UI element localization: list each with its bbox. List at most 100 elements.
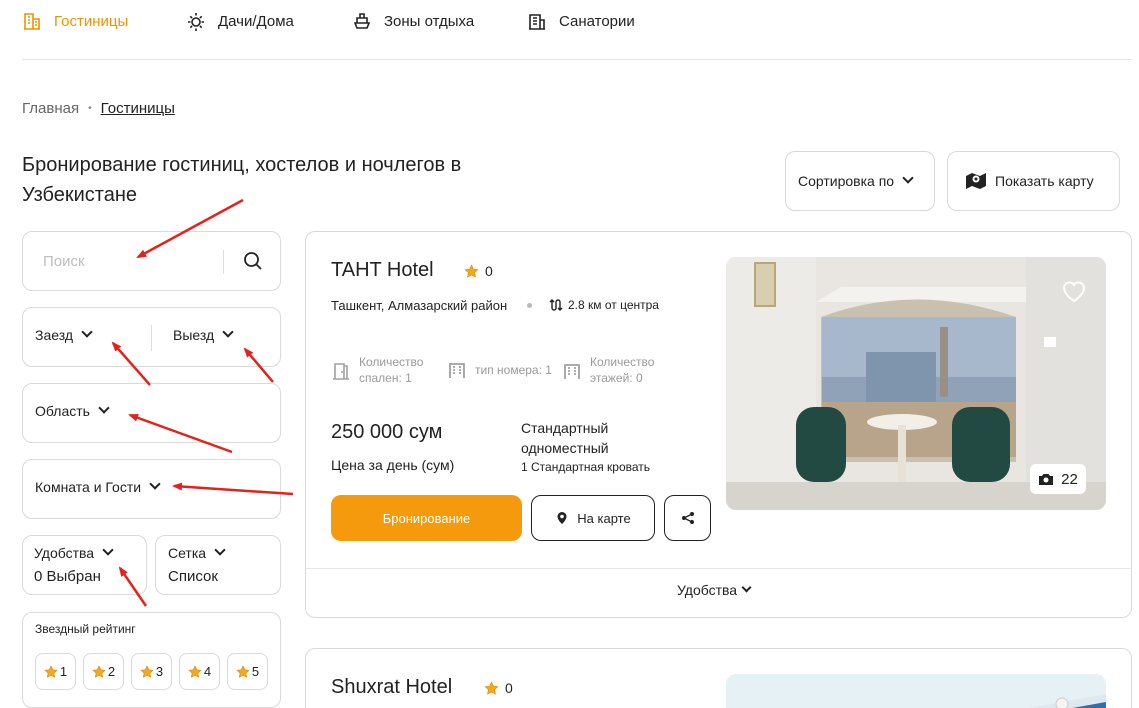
- hotel-photo[interactable]: 22: [726, 257, 1106, 510]
- hotel-photo[interactable]: [726, 674, 1106, 708]
- breadcrumb-home[interactable]: Главная: [22, 100, 79, 117]
- search-divider: [223, 250, 224, 274]
- star-filter-3[interactable]: 3: [131, 653, 172, 690]
- search-icon[interactable]: [243, 251, 263, 271]
- region-dropdown[interactable]: Область: [22, 383, 281, 443]
- nav-item-label: Гостиницы: [54, 12, 129, 30]
- grid-label: Сетка: [168, 545, 207, 561]
- camera-icon: [1039, 474, 1054, 485]
- amenities-toggle[interactable]: Удобства: [677, 582, 752, 598]
- room-type: Стандартный одноместный: [521, 420, 609, 456]
- sort-label: Сортировка по: [798, 173, 895, 189]
- photo-count-badge[interactable]: 22: [1030, 464, 1086, 494]
- building-grid-icon: [449, 363, 465, 378]
- star-icon: [44, 664, 58, 678]
- hotel-price: 250 000 сум: [331, 421, 443, 443]
- search-box: [22, 231, 281, 291]
- room-guests-label: Комната и Гости: [35, 479, 142, 495]
- nav-item-label: Дачи/Дома: [218, 12, 294, 30]
- price-note: Цена за день (сум): [331, 457, 455, 473]
- chevron-down-icon: [81, 326, 93, 338]
- star-icon: [140, 664, 154, 678]
- hotel-distance-value: 2.8 км от центра: [568, 298, 659, 312]
- bed-type: 1 Стандартная кровать: [521, 460, 651, 474]
- star-filter-label: 2: [107, 664, 116, 679]
- heart-icon[interactable]: [1060, 277, 1088, 305]
- hotel-location: Ташкент, Алмазарский район: [331, 298, 508, 313]
- hotel-rating-value: 0: [485, 263, 493, 279]
- star-filter-5[interactable]: 5: [227, 653, 268, 690]
- show-map-label: Показать карту: [995, 173, 1094, 189]
- door-icon: [333, 363, 349, 380]
- room-guests-dropdown[interactable]: Комната и Гости: [22, 459, 281, 519]
- show-map-button[interactable]: Показать карту: [947, 151, 1120, 211]
- map-pin-icon: [557, 512, 567, 524]
- hotel-exterior-image: [726, 674, 1106, 708]
- nav-item-hotels[interactable]: Гостиницы: [22, 11, 128, 31]
- region-label-wrap: Область: [35, 402, 110, 419]
- feature-line: спален: 1: [359, 371, 412, 385]
- sort-dropdown[interactable]: Сортировка по: [785, 151, 935, 211]
- chevron-down-icon: [98, 402, 110, 414]
- hotel-card: TAHT Hotel 0 Ташкент, Алмазарский район …: [305, 231, 1132, 618]
- top-navigation: Гостиницы Дачи/Дома Зоны отдыха Санатори…: [22, 0, 1132, 60]
- star-filter-4[interactable]: 4: [179, 653, 220, 690]
- star-filter-label: 1: [59, 664, 68, 679]
- checkin-label: Заезд: [35, 327, 74, 343]
- nav-item-label: Зоны отдыха: [384, 12, 475, 30]
- feature-line: Количество: [590, 355, 655, 369]
- search-input[interactable]: [43, 250, 223, 272]
- route-icon: [549, 299, 563, 311]
- book-button[interactable]: Бронирование: [331, 495, 522, 541]
- building-icon: [24, 13, 40, 30]
- star-filter-2[interactable]: 2: [83, 653, 124, 690]
- checkout-label: Выезд: [173, 327, 215, 343]
- nav-item-sanatoriums[interactable]: Санатории: [527, 11, 635, 31]
- breadcrumb-current[interactable]: Гостиницы: [101, 100, 175, 117]
- on-map-label: На карте: [577, 510, 631, 526]
- share-button[interactable]: [664, 495, 711, 541]
- nav-item-dachas[interactable]: Дачи/Дома: [186, 11, 294, 31]
- star-icon: [92, 664, 106, 678]
- star-icon: [188, 664, 202, 678]
- feature-bedrooms: Количество спален: 1: [331, 354, 423, 386]
- region-label: Область: [35, 403, 90, 419]
- hotel-name[interactable]: Shuxrat Hotel: [331, 676, 452, 699]
- feature-text: Количество этажей: 0: [590, 354, 654, 386]
- chevron-down-icon: [149, 478, 161, 490]
- amenities-value: 0 Выбран: [34, 568, 101, 585]
- feature-room-type: тип номера: 1: [447, 362, 552, 380]
- breadcrumb-separator: •: [88, 103, 92, 114]
- chevron-down-icon: [902, 172, 914, 184]
- star-icon: [236, 664, 250, 678]
- star-icon: [484, 680, 499, 695]
- on-map-button[interactable]: На карте: [531, 495, 655, 541]
- star-filter-label: 4: [203, 664, 212, 679]
- checkin-dropdown[interactable]: Заезд: [35, 326, 93, 343]
- chevron-down-icon: [741, 582, 752, 592]
- grid-dropdown[interactable]: Сетка Список: [155, 535, 281, 595]
- grid-value: Список: [168, 568, 218, 585]
- amenities-label: Удобства: [34, 545, 95, 561]
- feature-line: Количество: [359, 355, 424, 369]
- chevron-down-icon: [102, 544, 114, 556]
- hotel-card: Shuxrat Hotel 0: [305, 648, 1132, 708]
- sun-icon: [188, 13, 204, 31]
- location-dot-separator: [527, 303, 532, 308]
- star-filter-label: 5: [251, 664, 260, 679]
- amenities-dropdown[interactable]: Удобства 0 Выбран: [22, 535, 147, 595]
- hotel-name[interactable]: TAHT Hotel: [331, 259, 434, 282]
- star-filter-label: 3: [155, 664, 164, 679]
- hotel-distance: 2.8 км от центра: [549, 298, 659, 312]
- nav-item-recreation[interactable]: Зоны отдыха: [352, 11, 474, 31]
- dates-divider: [151, 325, 152, 351]
- amenities-toggle-label: Удобства: [677, 582, 738, 598]
- chevron-down-icon: [214, 544, 226, 556]
- hotel-rating-value: 0: [505, 680, 513, 696]
- checkout-dropdown[interactable]: Выезд: [173, 326, 234, 343]
- star-icon: [464, 263, 479, 278]
- grid-label-wrap: Сетка: [168, 544, 226, 561]
- feature-floors: Количество этажей: 0: [562, 354, 654, 386]
- nav-item-label: Санатории: [559, 12, 635, 30]
- star-filter-1[interactable]: 1: [35, 653, 76, 690]
